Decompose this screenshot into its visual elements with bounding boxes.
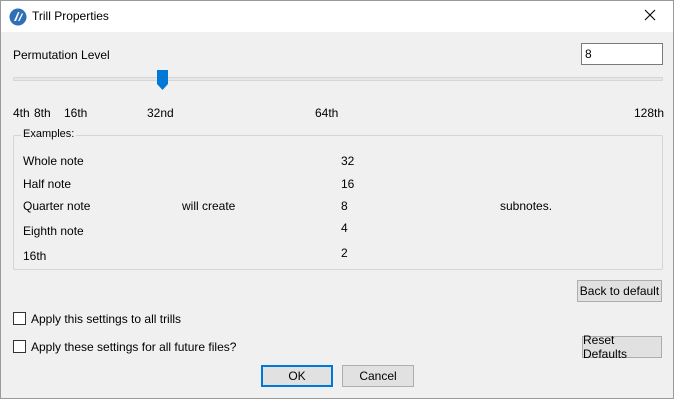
- permutation-level-input[interactable]: [581, 43, 663, 65]
- apply-all-trills-checkbox[interactable]: [13, 312, 26, 325]
- example-note-whole: Whole note: [23, 154, 84, 168]
- will-create-text: will create: [182, 199, 236, 213]
- example-note-eighth: Eighth note: [23, 224, 84, 238]
- close-button[interactable]: [627, 1, 673, 32]
- apply-future-files-checkbox[interactable]: [13, 340, 26, 353]
- slider-track[interactable]: [13, 77, 663, 81]
- back-to-default-button[interactable]: Back to default: [577, 280, 662, 302]
- window-title: Trill Properties: [32, 9, 109, 23]
- slider-tick-32nd: 32nd: [147, 106, 174, 120]
- example-count-quarter: 8: [341, 199, 348, 213]
- title-bar[interactable]: Trill Properties: [1, 1, 673, 32]
- example-count-whole: 32: [341, 154, 355, 168]
- trill-properties-dialog: Trill Properties Permutation Level 4th 8…: [0, 0, 674, 399]
- slider-tick-4th: 4th: [13, 106, 30, 120]
- examples-legend: Examples:: [21, 128, 77, 140]
- example-note-16th: 16th: [23, 249, 47, 263]
- example-note-quarter: Quarter note: [23, 199, 91, 213]
- close-icon: [644, 9, 656, 24]
- permutation-level-label: Permutation Level: [13, 48, 110, 62]
- apply-all-trills-label[interactable]: Apply this settings to all trills: [31, 312, 181, 326]
- cancel-button[interactable]: Cancel: [342, 365, 414, 387]
- app-icon: [9, 8, 27, 26]
- ok-button[interactable]: OK: [261, 365, 333, 387]
- example-note-half: Half note: [23, 177, 72, 191]
- examples-group: [13, 135, 663, 270]
- example-count-16th: 2: [341, 246, 348, 260]
- slider-tick-8th: 8th: [34, 106, 51, 120]
- slider-thumb[interactable]: [157, 70, 168, 90]
- example-count-eighth: 4: [341, 221, 348, 235]
- reset-defaults-button[interactable]: Reset Defaults: [582, 333, 662, 361]
- slider-tick-128th: 128th: [634, 106, 665, 120]
- permutation-slider[interactable]: [13, 67, 663, 93]
- apply-future-files-label[interactable]: Apply these settings for all future file…: [31, 340, 236, 354]
- example-count-half: 16: [341, 177, 355, 191]
- slider-tick-16th: 16th: [64, 106, 88, 120]
- subnotes-text: subnotes.: [500, 199, 553, 213]
- slider-tick-64th: 64th: [315, 106, 339, 120]
